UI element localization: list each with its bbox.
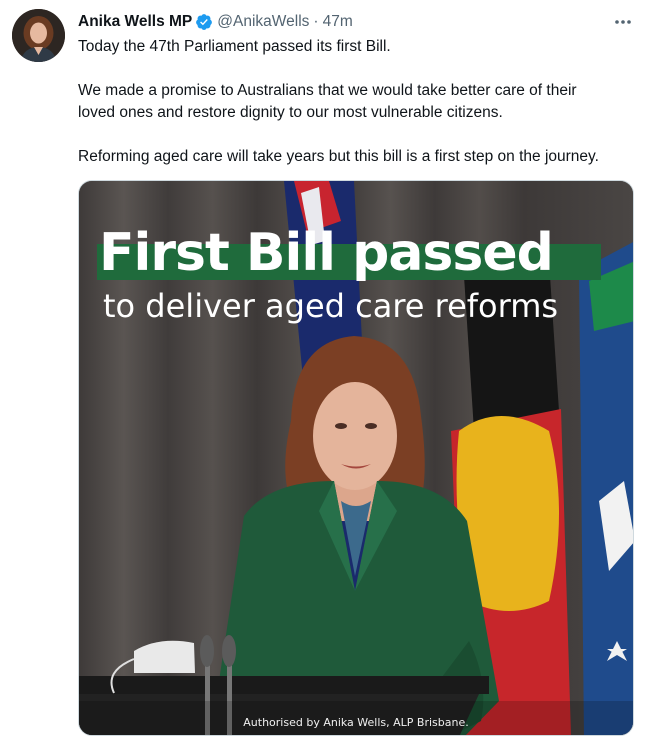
tweet-image[interactable]: First Bill passed to deliver aged care r… [78,180,634,736]
tweet-text: Today the 47th Parliament passed its fir… [78,36,638,168]
tweet[interactable]: Anika Wells MP @AnikaWells · 47m Today t… [0,0,649,749]
image-title: First Bill passed [99,223,554,283]
avatar[interactable] [12,9,65,62]
author-name[interactable]: Anika Wells MP [78,13,192,31]
tweet-header: Anika Wells MP @AnikaWells · 47m [78,11,633,33]
tweet-timestamp[interactable]: 47m [323,13,353,31]
separator-dot: · [313,13,319,30]
tweet-paragraph: We made a promise to Australians that we… [78,82,577,99]
more-options-icon[interactable] [611,10,635,34]
image-subtitle: to deliver aged care reforms [103,287,559,325]
authorisation-caption: Authorised by Anika Wells, ALP Brisbane. [243,716,469,729]
tweet-paragraph: Reforming aged care will take years but … [78,148,599,165]
verified-badge-icon [195,13,213,31]
tweet-paragraph: Today the 47th Parliament passed its fir… [78,38,391,55]
author-handle[interactable]: @AnikaWells [217,13,309,31]
tweet-paragraph: loved ones and restore dignity to our mo… [78,104,503,121]
